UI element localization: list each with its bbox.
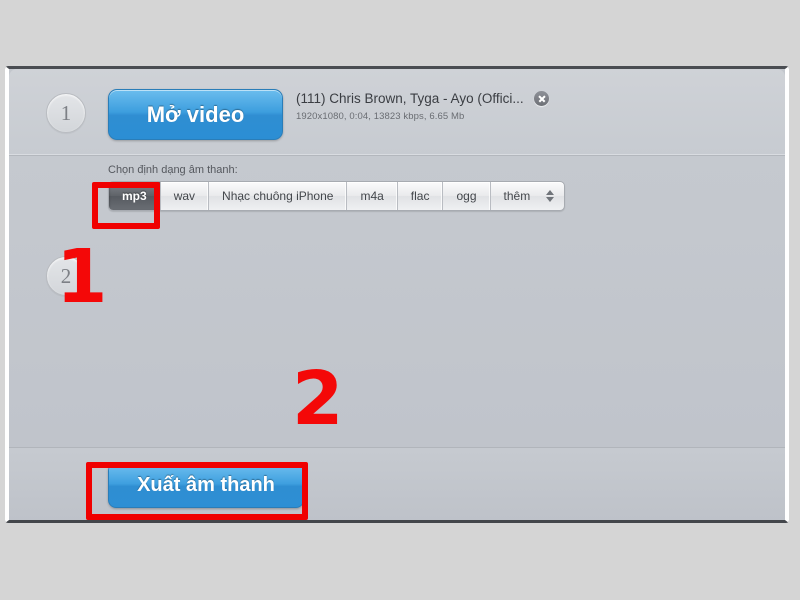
format-option-more-label: thêm [503,189,531,203]
app-window: 1 Mở video (111) Chris Brown, Tyga - Ayo… [5,66,789,523]
format-option-more[interactable]: thêm [491,182,565,210]
format-option-wav[interactable]: wav [161,182,210,210]
section-export-audio: 3 Xuất âm thanh [9,448,785,520]
format-label: Chọn định dạng âm thanh: [108,164,238,176]
format-option-ogg[interactable]: ogg [443,182,491,210]
window-content: 1 Mở video (111) Chris Brown, Tyga - Ayo… [9,69,785,520]
format-segmented-control[interactable]: mp3 wav Nhạc chuông iPhone m4a flac ogg … [108,181,566,211]
close-circle-icon[interactable] [534,91,550,106]
file-metadata: 1920x1080, 0:04, 13823 kbps, 6.65 Mb [296,111,465,122]
section-open-video: 1 Mở video (111) Chris Brown, Tyga - Ayo… [9,69,785,156]
file-name: (111) Chris Brown, Tyga - Ayo (Offici... [296,91,524,106]
screen: 1 Mở video (111) Chris Brown, Tyga - Ayo… [0,0,800,600]
format-option-m4a[interactable]: m4a [347,182,398,210]
format-option-iphone-ringtone[interactable]: Nhạc chuông iPhone [209,182,348,210]
open-video-button[interactable]: Mở video [108,89,283,140]
up-down-stepper-icon[interactable] [546,190,555,202]
step-number-1: 1 [46,93,86,133]
section-audio-format: 2 Chọn định dạng âm thanh: mp3 wav Nhạc … [9,156,785,448]
format-option-mp3[interactable]: mp3 [109,182,161,210]
file-info: (111) Chris Brown, Tyga - Ayo (Offici...… [296,89,556,122]
step-number-2: 2 [46,256,86,296]
format-option-flac[interactable]: flac [398,182,444,210]
export-audio-button[interactable]: Xuất âm thanh [108,463,304,508]
